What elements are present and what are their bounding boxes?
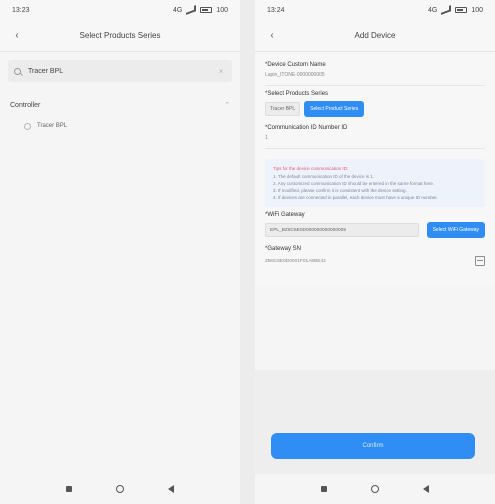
communication-tips: Tips for the device communication ID: 1.…	[265, 159, 485, 207]
series-section-header[interactable]: Controller ⌃	[0, 94, 240, 116]
comm-id-value[interactable]: 1	[265, 135, 485, 149]
battery-icon	[455, 7, 468, 13]
custom-name-label: *Device Custom Name	[265, 62, 326, 68]
recent-apps-icon[interactable]	[321, 486, 327, 492]
right-phone-screen: 13:24 4G 100 ‹ Add Device *Device Custom…	[255, 0, 495, 504]
search-icon	[14, 67, 21, 75]
android-nav-bar	[0, 474, 240, 504]
section-title: Controller	[10, 101, 41, 109]
series-option[interactable]: Tracer BPL	[0, 116, 240, 136]
battery-level: 100	[471, 6, 483, 14]
tips-line: 3. If modified, please confirm it is con…	[273, 188, 407, 193]
android-nav-bar	[255, 474, 495, 504]
recent-apps-icon[interactable]	[66, 486, 72, 492]
select-series-button[interactable]: Select Product Series	[304, 101, 365, 117]
gateway-sn-row: ZB6C6E0D0001F01A8BE42	[265, 256, 485, 276]
status-bar: 13:23 4G 100	[0, 0, 240, 20]
screens-container: 13:23 4G 100 ‹ Select Products Series × …	[0, 0, 495, 504]
network-label: 4G	[172, 6, 183, 14]
tips-line: 1. The default communication ID of the d…	[273, 174, 374, 179]
scan-icon[interactable]	[475, 256, 485, 266]
series-value: Tracer BPL	[265, 102, 301, 116]
status-bar: 13:24 4G 100	[255, 0, 495, 20]
home-icon[interactable]	[116, 485, 124, 493]
series-option-label: Tracer BPL	[37, 123, 68, 129]
comm-id-label: *Communication ID Number ID	[265, 125, 348, 131]
confirm-button[interactable]: Confirm	[271, 433, 475, 459]
signal-icon	[441, 5, 452, 15]
status-icons: 4G 100	[172, 5, 228, 15]
page-header: ‹ Add Device	[255, 20, 495, 52]
wifi-gateway-label: *WiFi Gateway	[265, 212, 305, 218]
wifi-gateway-value[interactable]: EPL_BZ6C6E0D000000000000005	[265, 223, 419, 237]
radio-icon[interactable]	[24, 122, 31, 130]
clear-icon[interactable]: ×	[216, 66, 226, 76]
wifi-gateway-row: EPL_BZ6C6E0D000000000000005 Select WiFi …	[265, 222, 485, 238]
tips-title: Tips for the device communication ID:	[273, 166, 349, 171]
back-icon[interactable]: ‹	[265, 29, 279, 43]
series-row: Tracer BPL Select Product Series	[265, 101, 485, 117]
network-label: 4G	[427, 6, 438, 14]
page-title: Add Device	[354, 31, 396, 40]
search-section: ×	[0, 52, 240, 90]
back-nav-icon[interactable]	[423, 485, 429, 493]
status-time: 13:24	[267, 6, 285, 14]
home-icon[interactable]	[371, 485, 379, 493]
signal-icon	[186, 5, 197, 15]
select-wifi-gateway-button[interactable]: Select WiFi Gateway	[426, 222, 485, 238]
tips-line: 4. If devices are connected in parallel,…	[273, 195, 438, 200]
status-icons: 4G 100	[427, 5, 483, 15]
custom-name-value[interactable]: Lapin_ITONE-0000000005	[265, 72, 485, 86]
battery-level: 100	[216, 6, 228, 14]
gateway-sn-label: *Gateway SN	[265, 246, 302, 252]
left-phone-screen: 13:23 4G 100 ‹ Select Products Series × …	[0, 0, 240, 504]
chevron-up-icon[interactable]: ⌃	[224, 101, 230, 109]
battery-icon	[200, 7, 213, 13]
page-header: ‹ Select Products Series	[0, 20, 240, 52]
back-icon[interactable]: ‹	[10, 29, 24, 43]
tips-line: 2. Any customized communication ID shoul…	[273, 181, 435, 186]
page-title: Select Products Series	[79, 31, 161, 40]
add-device-form: *Device Custom Name Lapin_ITONE-00000000…	[255, 52, 495, 284]
search-box[interactable]: ×	[8, 60, 232, 82]
back-nav-icon[interactable]	[168, 485, 174, 493]
series-label: *Select Products Series	[265, 91, 329, 97]
gateway-sn-value[interactable]: ZB6C6E0D0001F01A8BE42	[265, 259, 326, 264]
search-input[interactable]	[26, 66, 211, 76]
status-time: 13:23	[12, 6, 30, 14]
